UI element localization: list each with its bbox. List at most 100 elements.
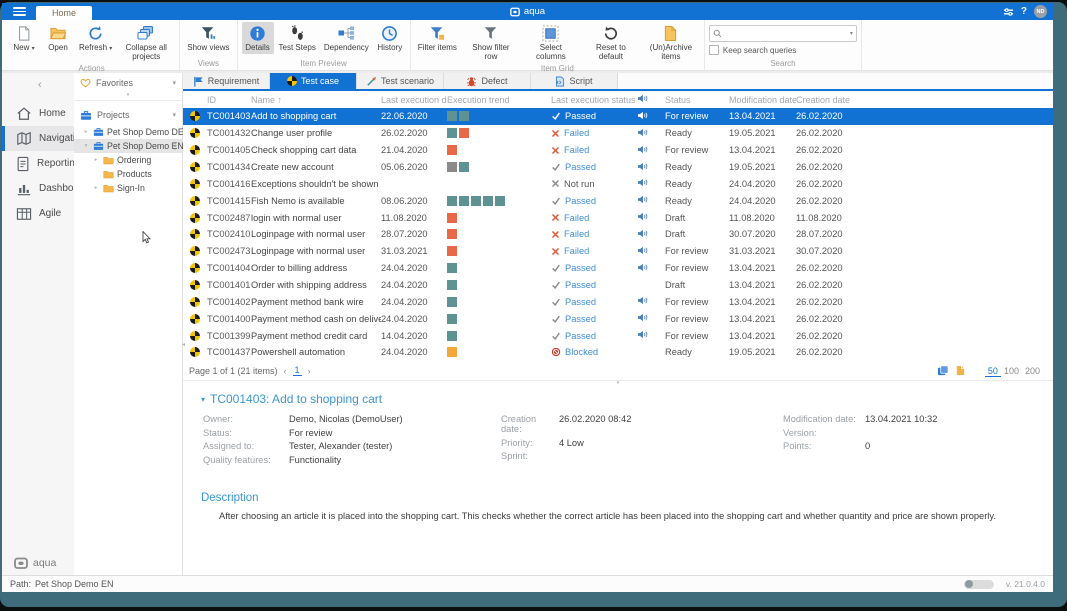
field-label: Version: [783, 428, 865, 438]
column-header-id[interactable]: ID [207, 95, 251, 105]
cell-id: TC001403 [207, 111, 251, 121]
column-header-execution-trend[interactable]: Execution trend [447, 95, 551, 105]
show-views-button[interactable]: Show views [184, 22, 232, 54]
show-filter-row-button[interactable]: Show filter row [462, 22, 520, 63]
column-header-last-execution-status[interactable]: Last execution status [551, 95, 637, 105]
archive-box-icon[interactable] [955, 365, 965, 376]
open-button[interactable]: Open [42, 22, 74, 54]
cell-id: TC001399 [207, 331, 251, 341]
dependency-button[interactable]: Dependency [321, 22, 372, 54]
projects-header[interactable]: Projects ▾ [74, 105, 182, 125]
cell-creation-date: 26.02.2020 [796, 196, 866, 206]
keep-search-label: Keep search queries [723, 46, 796, 55]
prev-page-button[interactable]: ‹ [284, 366, 287, 376]
collapse-details-icon[interactable]: ▾ [201, 395, 205, 404]
refresh-button[interactable]: Refresh ▾ [76, 22, 115, 54]
more-options-icon[interactable]: ⋮ [171, 142, 179, 151]
search-dropdown-caret[interactable]: ▾ [850, 30, 853, 37]
favorites-header[interactable]: Favorites ▾ [74, 73, 182, 93]
button-label: Dependency [324, 43, 369, 52]
test-steps-button[interactable]: Test Steps [276, 22, 319, 54]
sidebar-item-dashboard[interactable]: Dashboard [2, 176, 74, 201]
expander-icon[interactable]: ▸ [92, 185, 100, 191]
help-icon[interactable]: ? [1021, 7, 1027, 17]
table-row-TC001400[interactable]: TC001400Payment method cash on delivery2… [183, 310, 1053, 327]
settings-sliders-icon[interactable] [1003, 7, 1014, 17]
field-value: 0 [865, 441, 870, 451]
page-size-50[interactable]: 50 [985, 366, 1001, 377]
select-columns-button[interactable]: Select columns [522, 22, 580, 63]
tree-node-sign-in[interactable]: ▸Sign-In [74, 181, 182, 195]
table-row-TC001402[interactable]: TC001402Payment method bank wire24.04.20… [183, 293, 1053, 310]
tab-defect[interactable]: Defect [444, 73, 531, 89]
table-row-TC001405[interactable]: TC001405Check shopping cart data21.04.20… [183, 142, 1053, 159]
keep-search-checkbox[interactable] [709, 45, 719, 55]
cell-id: TC001416 [207, 179, 251, 189]
menu-button[interactable] [2, 3, 36, 20]
next-page-button[interactable]: › [308, 366, 311, 376]
collapse-all-projects-button[interactable]: Collapse all projects [117, 22, 175, 63]
tab-requirement[interactable]: Requirement [183, 73, 270, 89]
page-size-100[interactable]: 100 [1001, 366, 1022, 376]
page-size-200[interactable]: 200 [1022, 366, 1043, 376]
copy-pages-icon[interactable] [937, 365, 949, 376]
search-input[interactable] [725, 28, 847, 40]
ribbon-tab-home[interactable]: Home [36, 6, 92, 20]
status-label: Failed [564, 246, 589, 256]
tree-node-pet-shop-demo-en[interactable]: ▾Pet Shop Demo EN⋮ [74, 139, 182, 153]
sidebar-item-navigation[interactable]: Navigation [2, 126, 74, 151]
sidebar-item-reporting[interactable]: Reporting [2, 151, 74, 176]
table-row-TC001437[interactable]: TC001437Powershell automation24.04.2020B… [183, 344, 1053, 361]
select-columns-icon [542, 24, 559, 42]
tab-script[interactable]: Script [531, 73, 618, 89]
table-row-TC001403[interactable]: TC001403Add to shopping cart22.06.2020Pa… [183, 108, 1053, 125]
favorites-splitter[interactable]: ▾ [74, 93, 182, 101]
un-archive-items-button[interactable]: (Un)Archive items [642, 22, 700, 63]
details-title-row[interactable]: ▾ TC001403: Add to shopping cart [201, 392, 1053, 406]
table-row-TC001415[interactable]: TC001415Fish Nemo is available08.06.2020… [183, 192, 1053, 209]
new-button[interactable]: New ▾ [8, 22, 40, 54]
cell-execution-trend [447, 263, 551, 273]
filter-items-button[interactable]: Filter items [415, 22, 460, 54]
table-row-TC002410[interactable]: TC002410Loginpage with normal user28.07.… [183, 226, 1053, 243]
history-button[interactable]: History [374, 22, 406, 54]
sidebar-item-label: Agile [39, 208, 61, 219]
page-number[interactable]: 1 [293, 365, 302, 376]
tree-node-pet-shop-demo-de[interactable]: ▸Pet Shop Demo DE [74, 125, 182, 139]
tab-test-case[interactable]: Test case [270, 73, 357, 89]
expander-icon[interactable]: ▸ [92, 157, 100, 163]
column-header-modification-date[interactable]: Modification date [729, 95, 796, 105]
column-header-creation-date[interactable]: Creation date [796, 95, 866, 105]
flag-column-header[interactable] [637, 94, 665, 105]
test-case-icon [190, 246, 200, 256]
expander-icon[interactable]: ▸ [82, 129, 90, 135]
avatar[interactable]: ND [1034, 5, 1047, 18]
tree-node-products[interactable]: Products [74, 167, 182, 181]
table-row-TC001434[interactable]: TC001434Create new account05.06.2020Pass… [183, 159, 1053, 176]
details-button[interactable]: Details [242, 22, 274, 54]
table-row-TC001401[interactable]: TC001401Order with shipping address24.04… [183, 277, 1053, 294]
sidebar-item-agile[interactable]: Agile [2, 201, 74, 226]
keep-search-queries[interactable]: Keep search queries [709, 45, 857, 55]
status-toggle[interactable] [964, 580, 994, 589]
test-case-icon [190, 263, 200, 273]
table-row-TC001432[interactable]: TC001432Change user profile26.02.2020Fai… [183, 125, 1053, 142]
column-header-status[interactable]: Status [665, 95, 729, 105]
column-header-name[interactable]: Name ↑ [251, 95, 381, 105]
reset-to-default-button[interactable]: Reset to default [582, 22, 640, 63]
details-icon [249, 24, 266, 42]
tree-node-ordering[interactable]: ▸Ordering [74, 153, 182, 167]
table-row-TC001399[interactable]: TC001399Payment method credit card14.04.… [183, 327, 1053, 344]
expander-icon[interactable]: ▾ [82, 143, 90, 149]
table-row-TC001404[interactable]: TC001404Order to billing address24.04.20… [183, 260, 1053, 277]
column-header-last-execution-da[interactable]: Last execution da... [381, 95, 447, 105]
table-row-TC002487[interactable]: TC002487login with normal user11.08.2020… [183, 209, 1053, 226]
tab-test-scenario[interactable]: Test scenario [357, 73, 444, 89]
table-row-TC002473[interactable]: TC002473Loginpage with normal user31.03.… [183, 243, 1053, 260]
search-box[interactable]: ▾ [709, 25, 857, 42]
sidebar-item-home[interactable]: Home [2, 101, 74, 126]
panel-splitter-arrow[interactable]: ◂ [182, 341, 185, 348]
table-header: IDName ↑Last execution da...Execution tr… [183, 91, 1053, 108]
sidebar-collapse-button[interactable]: ‹ [2, 73, 74, 101]
table-row-TC001416[interactable]: TC001416Exceptions shouldn't be shown to… [183, 175, 1053, 192]
